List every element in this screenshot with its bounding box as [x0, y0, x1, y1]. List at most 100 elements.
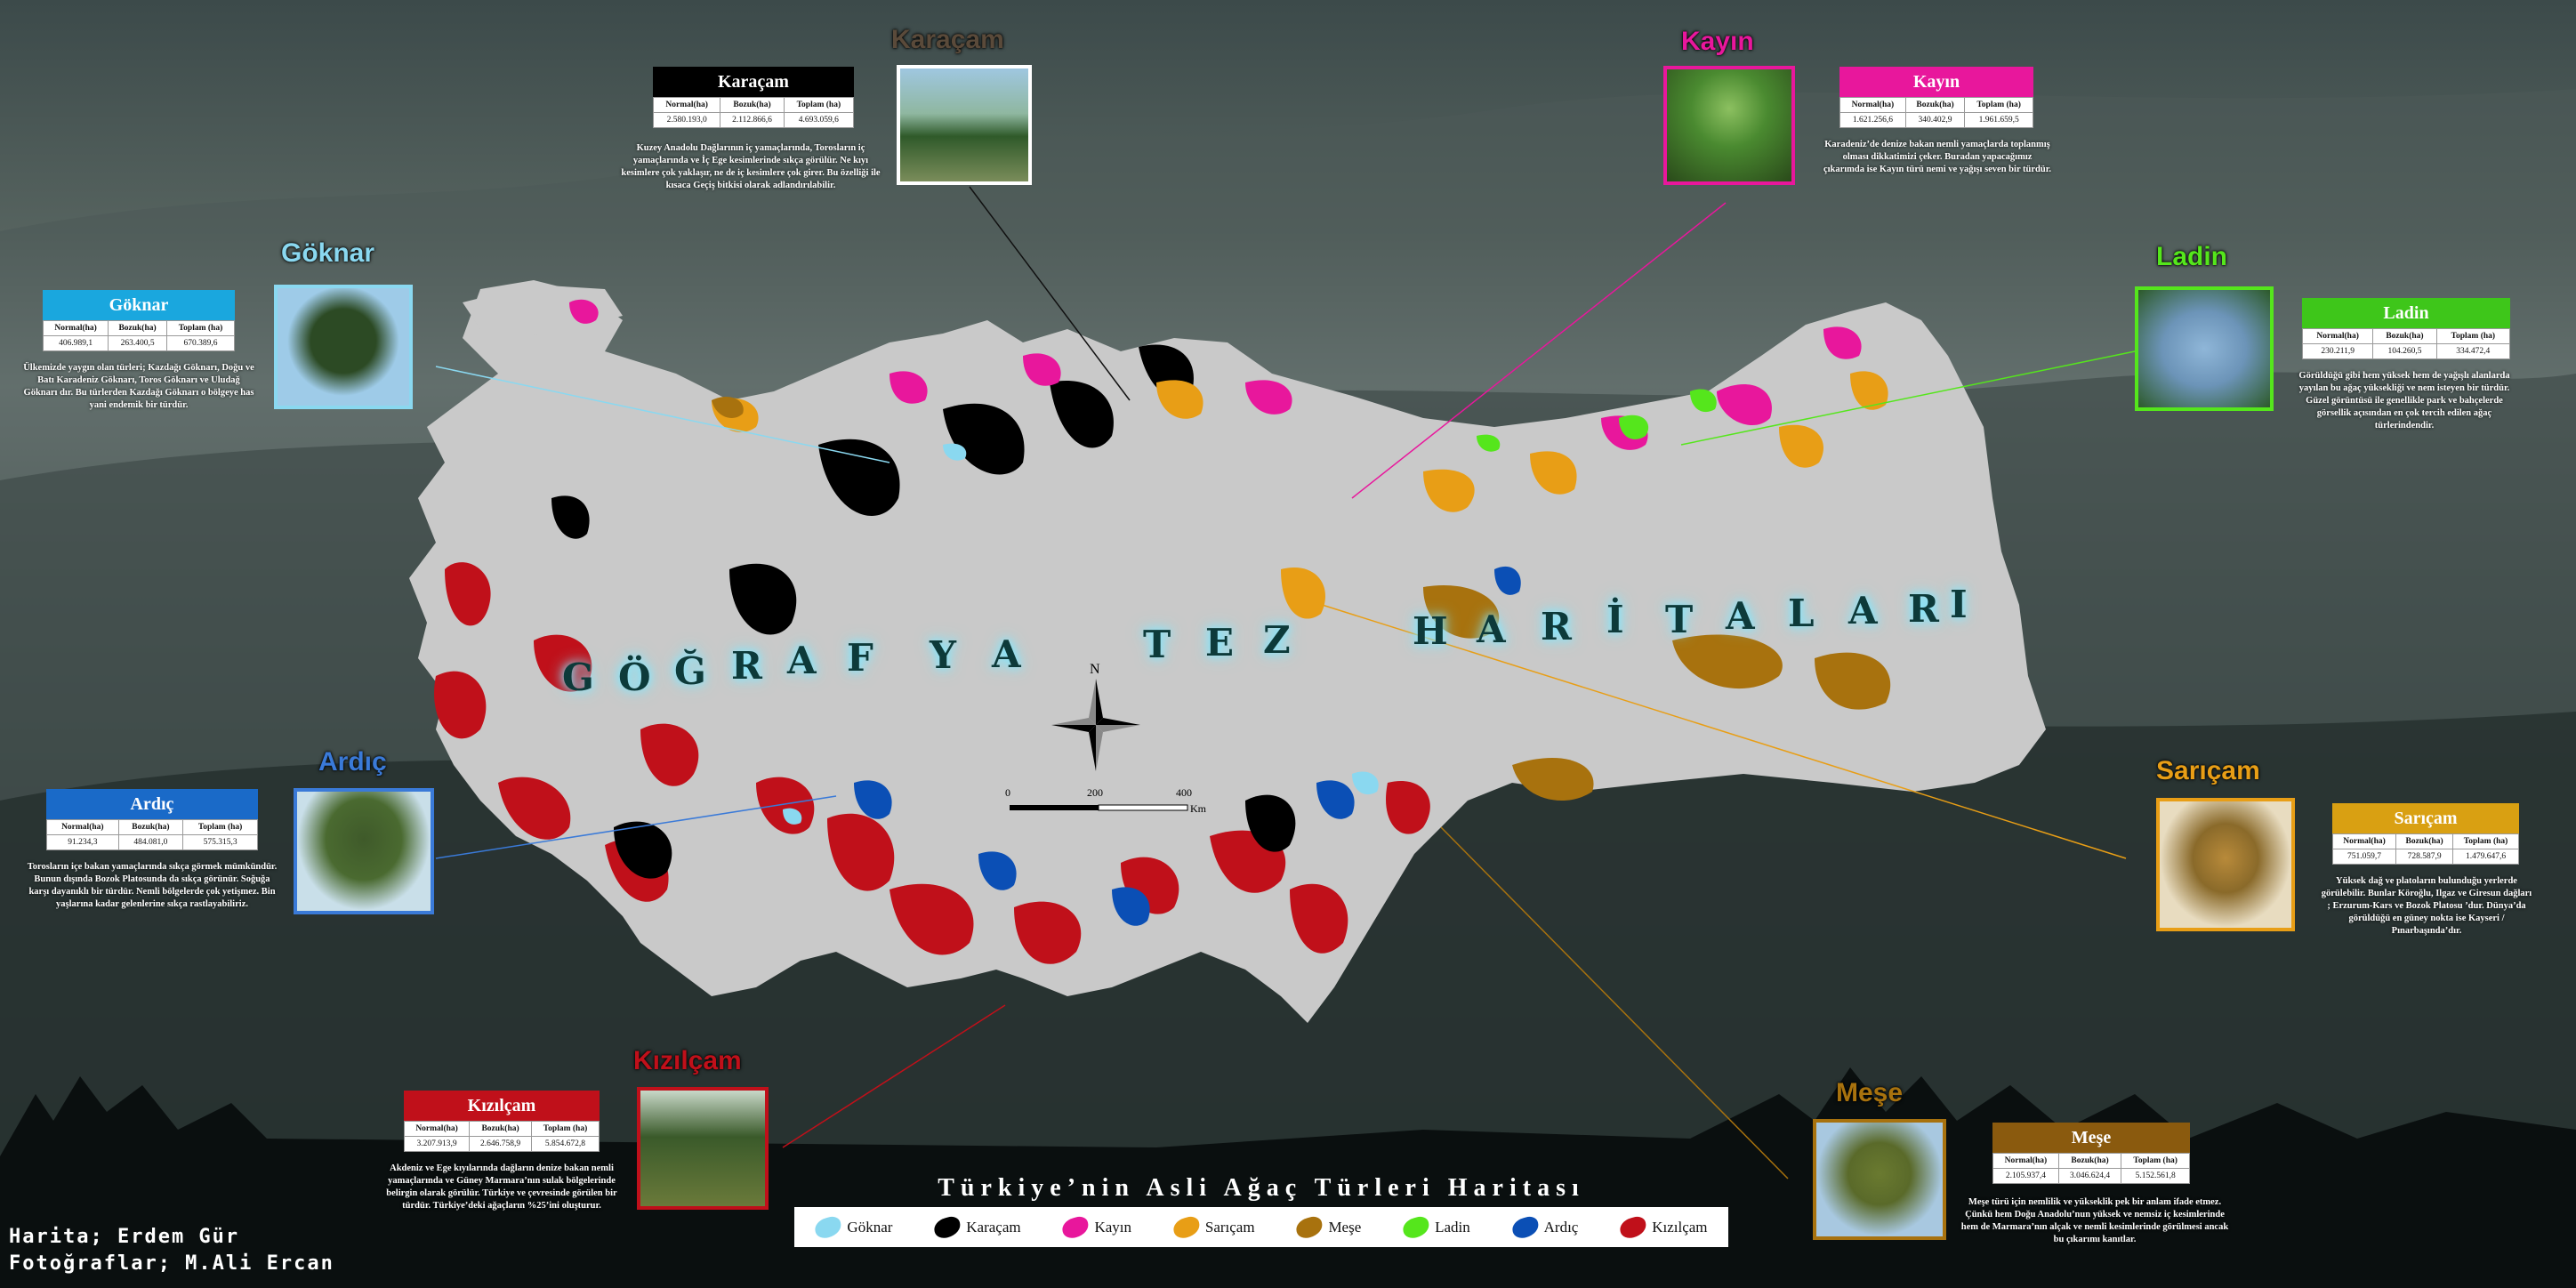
mese-toplam: 5.152.561,8 — [2121, 1168, 2190, 1184]
kizilcam-panel-header: Kızılçam — [404, 1091, 600, 1121]
kizilcam-toplam: 5.854.672,8 — [530, 1136, 600, 1152]
saricam-table: Normal(ha) Bozuk(ha) Toplam (ha) 751.059,7… — [2331, 833, 2519, 865]
ardic-info-panel: Ardıç Normal(ha) Bozuk(ha) Toplam (ha) 91.… — [28, 789, 277, 911]
karacam-photo — [897, 65, 1032, 185]
saricam-toplam: 1.479.647,6 — [2452, 849, 2519, 865]
saricam-photo — [2156, 798, 2295, 931]
ardic-table: Normal(ha) Bozuk(ha) Toplam (ha) 91.234,3 4… — [46, 819, 258, 850]
scale-label-200: 200 — [1087, 786, 1103, 799]
kizilcam-normal: 3.207.913,9 — [403, 1136, 471, 1152]
watermark-letter: A — [787, 639, 818, 682]
kayin-description: Karadeniz’de denize bakan nemli yamaçlar… — [1823, 140, 2052, 174]
ladin-blob-icon — [1400, 1213, 1432, 1241]
watermark-letter: A — [1848, 589, 1880, 632]
kayin-normal: 1.621.256,6 — [1839, 112, 1906, 128]
ardic-normal: 91.234,3 — [46, 834, 119, 850]
col-toplam: Toplam (ha) — [2435, 328, 2511, 344]
watermark-letter: G — [562, 656, 596, 699]
legend-label: Meşe — [1328, 1218, 1362, 1236]
kayin-blob-icon — [1060, 1213, 1091, 1241]
col-normal: Normal(ha) — [2301, 328, 2374, 344]
kayin-bozuk: 340.402,9 — [1904, 112, 1966, 128]
legend-item-karacam: Karaçam — [931, 1213, 1021, 1241]
north-label: N — [1090, 662, 1100, 677]
karacam-normal: 2.580.193,0 — [652, 112, 721, 128]
legend-label: Kızılçam — [1652, 1218, 1708, 1236]
legend-label: Sarıçam — [1204, 1218, 1255, 1236]
mese-table: Normal(ha) Bozuk(ha) Toplam (ha) 2.105.937… — [1992, 1153, 2190, 1184]
col-toplam: Toplam (ha) — [2121, 1153, 2190, 1169]
karacam-bozuk: 2.112.866,6 — [720, 112, 785, 128]
legend-item-saricam: Sarıçam — [1171, 1213, 1255, 1241]
saricam-description: Yüksek dağ ve platoların bulunduğu yerle… — [2321, 876, 2532, 936]
legend-label: Karaçam — [966, 1218, 1021, 1236]
saricam-panel-header: Sarıçam — [2332, 803, 2519, 833]
legend-label: Ladin — [1435, 1218, 1470, 1236]
legend-item-ardic: Ardıç — [1509, 1213, 1578, 1241]
ladin-bozuk: 104.260,5 — [2372, 343, 2437, 359]
goknar-photo-title: Göknar — [281, 238, 375, 268]
ladin-info-panel: Ladin Normal(ha) Bozuk(ha) Toplam (ha) 230… — [2298, 298, 2511, 432]
karacam-info-panel: Karaçam Normal(ha) Bozuk(ha) Toplam (ha) 2… — [621, 67, 881, 192]
watermark-letter: A — [992, 632, 1023, 676]
mese-bozuk: 3.046.624,4 — [2057, 1168, 2122, 1184]
kayin-table: Normal(ha) Bozuk(ha) Toplam (ha) 1.621.256… — [1839, 97, 2033, 128]
col-bozuk: Bozuk(ha) — [720, 97, 785, 113]
col-toplam: Toplam (ha) — [165, 320, 236, 336]
goknar-description: Ülkemizde yaygın olan türleri; Kazdağı G… — [23, 363, 254, 410]
kizilcam-photo-title: Kızılçam — [633, 1046, 742, 1075]
saricam-blob-icon — [1171, 1213, 1203, 1241]
ardic-photo-title: Ardıç — [318, 747, 387, 777]
kayin-panel-header: Kayın — [1839, 67, 2033, 97]
ladin-panel-header: Ladin — [2302, 298, 2510, 328]
karacam-toplam: 4.693.059,6 — [783, 112, 855, 128]
kizilcam-photo — [637, 1087, 769, 1210]
legend-item-mese: Meşe — [1294, 1213, 1362, 1241]
col-bozuk: Bozuk(ha) — [2057, 1153, 2122, 1169]
watermark-letter: R — [1908, 587, 1941, 631]
col-toplam: Toplam (ha) — [530, 1121, 600, 1137]
col-toplam: Toplam (ha) — [182, 819, 258, 835]
watermark-letter: R — [1541, 605, 1574, 648]
kizilcam-bozuk: 2.646.758,9 — [469, 1136, 532, 1152]
karacam-blob-icon — [931, 1213, 963, 1241]
saricam-bozuk: 728.587,9 — [2395, 849, 2454, 865]
legend-item-ladin: Ladin — [1400, 1213, 1470, 1241]
scale-label-0: 0 — [1005, 786, 1010, 799]
col-bozuk: Bozuk(ha) — [469, 1121, 532, 1137]
watermark-letter: T — [1665, 598, 1695, 641]
legend-label: Kayın — [1094, 1218, 1132, 1236]
watermark-letter: Ğ — [674, 649, 708, 693]
kayin-photo-title: Kayın — [1681, 27, 1754, 56]
mese-normal: 2.105.937,4 — [1992, 1168, 2059, 1184]
watermark-letter: Z — [1263, 618, 1292, 662]
ladin-description: Görüldüğü gibi hem yüksek hem de yağışlı… — [2298, 371, 2510, 431]
ladin-normal: 230.211,9 — [2301, 343, 2374, 359]
ardic-toplam: 575.315,3 — [182, 834, 258, 850]
watermark-letter: E — [1205, 621, 1236, 664]
col-normal: Normal(ha) — [42, 320, 109, 336]
watermark-letter: A — [1726, 594, 1757, 638]
ladin-photo — [2135, 286, 2274, 411]
kayin-info-panel: Kayın Normal(ha) Bozuk(ha) Toplam (ha) 1.6… — [1823, 67, 2051, 176]
watermark-letter: F — [847, 636, 875, 680]
goknar-panel-header: Göknar — [43, 290, 235, 320]
col-toplam: Toplam (ha) — [783, 97, 855, 113]
mese-photo — [1813, 1119, 1946, 1240]
col-normal: Normal(ha) — [652, 97, 721, 113]
col-toplam: Toplam (ha) — [2452, 833, 2519, 849]
col-bozuk: Bozuk(ha) — [1904, 97, 1966, 113]
kayin-photo — [1663, 66, 1795, 185]
legend-item-kizilcam: Kızılçam — [1617, 1213, 1708, 1241]
watermark-letter: H — [1413, 609, 1450, 653]
saricam-normal: 751.059,7 — [2331, 849, 2397, 865]
col-normal: Normal(ha) — [1992, 1153, 2059, 1169]
col-bozuk: Bozuk(ha) — [117, 819, 184, 835]
watermark-letter: A — [1477, 608, 1508, 651]
karacam-table: Normal(ha) Bozuk(ha) Toplam (ha) 2.580.193… — [652, 97, 855, 128]
goknar-table: Normal(ha) Bozuk(ha) Toplam (ha) 406.989,1… — [42, 320, 236, 351]
ladin-toplam: 334.472,4 — [2435, 343, 2511, 359]
watermark-letter: Y — [930, 633, 958, 677]
mese-description: Meşe türü için nemlilik ve yükseklik pek… — [1960, 1197, 2229, 1244]
mese-photo-title: Meşe — [1836, 1078, 1904, 1107]
